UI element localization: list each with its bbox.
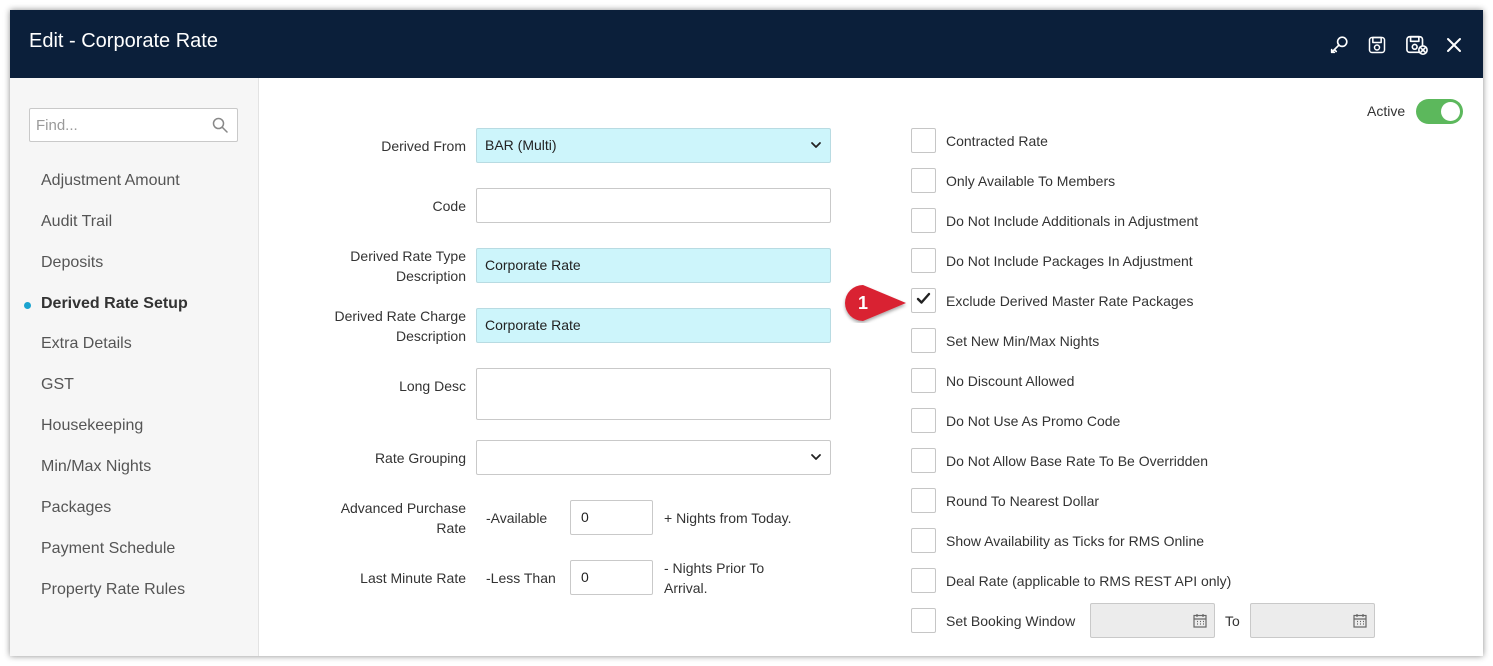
edit-rate-window: Edit - Corporate Rate Find... Adjustment…	[10, 10, 1483, 656]
rate-grouping-label: Rate Grouping	[374, 450, 466, 466]
long-desc-label: Long Desc	[399, 378, 466, 394]
chevron-down-icon	[810, 129, 822, 162]
available-prefix: -Available	[486, 510, 548, 526]
round-nearest-dollar-checkbox[interactable]	[911, 488, 936, 513]
toggle-knob	[1441, 102, 1460, 121]
type-description-label-line2: Description	[395, 268, 466, 284]
no-promo-code-label: Do Not Use As Promo Code	[946, 413, 1121, 429]
charge-description-label-line1: Derived Rate Charge	[334, 308, 466, 324]
booking-window-to-date[interactable]	[1250, 603, 1375, 638]
active-toggle[interactable]	[1416, 99, 1463, 124]
save-close-icon[interactable]	[1404, 32, 1430, 58]
search-input[interactable]	[30, 109, 200, 141]
derived-from-label: Derived From	[381, 138, 466, 154]
rate-grouping-select[interactable]	[476, 440, 831, 475]
sidebar-item-min-max-nights[interactable]: Min/Max Nights	[41, 458, 151, 476]
no-promo-code-checkbox[interactable]	[911, 408, 936, 433]
advanced-purchase-nights-input[interactable]: 0	[570, 500, 653, 535]
booking-window-from-date[interactable]	[1090, 603, 1215, 638]
no-discount-label: No Discount Allowed	[946, 373, 1075, 389]
no-additionals-checkbox[interactable]	[911, 208, 936, 233]
derived-from-value: BAR (Multi)	[485, 137, 557, 153]
charge-description-label-line2: Description	[395, 328, 466, 344]
sidebar-item-extra-details[interactable]: Extra Details	[41, 335, 132, 353]
sidebar-item-derived-rate-setup[interactable]: Derived Rate Setup	[41, 295, 188, 313]
sidebar-item-housekeeping[interactable]: Housekeeping	[41, 417, 143, 435]
active-indicator-dot	[24, 302, 31, 309]
advanced-purchase-label-line1: Advanced Purchase	[340, 500, 466, 516]
no-base-rate-override-label: Do Not Allow Base Rate To Be Overridden	[946, 453, 1208, 469]
window-title: Edit - Corporate Rate	[29, 30, 218, 52]
last-minute-nights-input[interactable]: 0	[570, 560, 653, 595]
code-field[interactable]	[476, 188, 831, 223]
sidebar-item-property-rate-rules[interactable]: Property Rate Rules	[41, 581, 185, 599]
key-icon[interactable]	[1326, 32, 1352, 58]
sidebar-item-packages[interactable]: Packages	[41, 499, 111, 517]
sidebar: Adjustment Amount Audit Trail Deposits D…	[10, 78, 259, 656]
exclude-derived-master-packages-label: Exclude Derived Master Rate Packages	[946, 293, 1194, 309]
close-icon[interactable]	[1441, 32, 1467, 58]
to-label: To	[1225, 613, 1240, 629]
derived-from-select[interactable]: BAR (Multi)	[476, 128, 831, 163]
search-icon[interactable]	[212, 117, 228, 138]
booking-window-label: Set Booking Window	[946, 613, 1076, 629]
round-nearest-dollar-label: Round To Nearest Dollar	[946, 493, 1100, 509]
no-discount-checkbox[interactable]	[911, 368, 936, 393]
sidebar-item-deposits[interactable]: Deposits	[41, 254, 103, 272]
deal-rate-label: Deal Rate (applicable to RMS REST API on…	[946, 573, 1232, 589]
advanced-purchase-label-line2: Rate	[436, 520, 466, 536]
callout-number: 1	[857, 293, 868, 313]
no-packages-label: Do Not Include Packages In Adjustment	[946, 253, 1193, 269]
code-label: Code	[432, 198, 466, 214]
set-min-max-nights-checkbox[interactable]	[911, 328, 936, 353]
charge-description-field[interactable]: Corporate Rate	[476, 308, 831, 343]
chevron-down-icon	[810, 441, 822, 474]
calendar-icon[interactable]	[1193, 613, 1207, 633]
sidebar-item-audit-trail[interactable]: Audit Trail	[41, 213, 112, 231]
availability-ticks-checkbox[interactable]	[911, 528, 936, 553]
long-desc-textarea[interactable]	[476, 368, 831, 420]
nights-prior-text-line2: Arrival.	[664, 580, 708, 596]
calendar-icon[interactable]	[1353, 613, 1367, 633]
sidebar-item-gst[interactable]: GST	[41, 376, 74, 394]
find-search-box[interactable]	[29, 108, 238, 142]
nights-prior-text-line1: - Nights Prior To	[664, 560, 765, 576]
type-description-label-line1: Derived Rate Type	[350, 248, 466, 264]
booking-window-checkbox[interactable]	[911, 608, 936, 633]
contracted-rate-checkbox[interactable]	[911, 128, 936, 153]
sidebar-item-payment-schedule[interactable]: Payment Schedule	[41, 540, 175, 558]
no-base-rate-override-checkbox[interactable]	[911, 448, 936, 473]
title-bar: Edit - Corporate Rate	[10, 10, 1483, 78]
checkmark-icon	[916, 292, 931, 310]
save-icon[interactable]	[1364, 32, 1390, 58]
active-label: Active	[1367, 103, 1406, 119]
type-description-field[interactable]: Corporate Rate	[476, 248, 831, 283]
availability-ticks-label: Show Availability as Ticks for RMS Onlin…	[946, 533, 1205, 549]
no-additionals-label: Do Not Include Additionals in Adjustment	[946, 213, 1199, 229]
exclude-derived-master-packages-checkbox[interactable]	[911, 288, 936, 313]
contracted-rate-label: Contracted Rate	[946, 133, 1048, 149]
only-members-checkbox[interactable]	[911, 168, 936, 193]
last-minute-rate-label: Last Minute Rate	[360, 570, 466, 586]
only-members-label: Only Available To Members	[946, 173, 1116, 189]
no-packages-checkbox[interactable]	[911, 248, 936, 273]
sidebar-item-adjustment-amount[interactable]: Adjustment Amount	[41, 172, 180, 190]
deal-rate-checkbox[interactable]	[911, 568, 936, 593]
less-than-prefix: -Less Than	[486, 570, 556, 586]
set-min-max-nights-label: Set New Min/Max Nights	[946, 333, 1100, 349]
nights-from-today-text: + Nights from Today.	[664, 510, 792, 526]
